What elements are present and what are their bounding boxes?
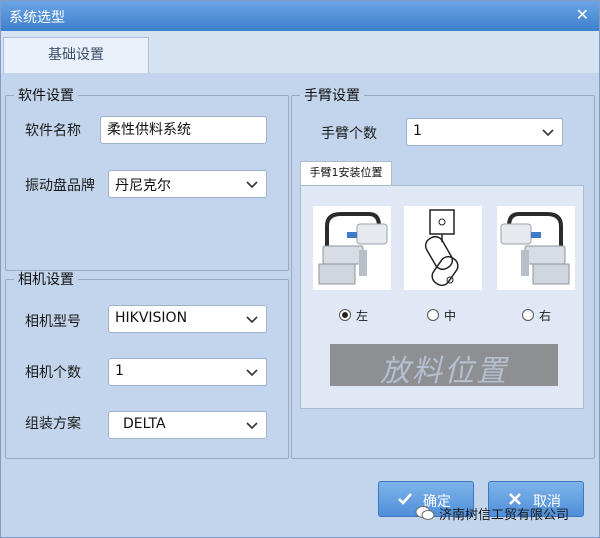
- wechat-icon: [415, 506, 435, 520]
- tab-strip: 基础设置: [1, 31, 599, 73]
- chevron-down-icon: [246, 369, 258, 377]
- chevron-down-icon: [542, 129, 554, 137]
- chevron-down-icon: [246, 422, 258, 430]
- watermark-text: 济南树信工贸有限公司: [439, 508, 570, 523]
- window-title: 系统选型: [9, 10, 65, 26]
- arm-count-select[interactable]: 1: [406, 118, 563, 146]
- camera-model-label: 相机型号: [25, 314, 81, 330]
- camera-settings-title: 相机设置: [18, 272, 74, 288]
- radio-label-right: 右: [539, 309, 552, 323]
- check-icon: [398, 493, 412, 505]
- system-selection-dialog: 系统选型 ✕ 基础设置 软件设置 软件名称 柔性供料系统 振动盘品牌 丹尼克尔 …: [0, 0, 600, 538]
- close-icon[interactable]: ✕: [576, 5, 589, 24]
- arm-settings-title: 手臂设置: [304, 88, 360, 104]
- camera-count-select[interactable]: 1: [108, 358, 267, 386]
- scara-robot-center-diagram: [404, 206, 482, 290]
- assembly-scheme-value: DELTA: [123, 416, 166, 432]
- arm-count-label: 手臂个数: [321, 126, 377, 142]
- software-settings-title: 软件设置: [18, 88, 74, 104]
- radio-label-left: 左: [356, 309, 369, 323]
- camera-model-select[interactable]: HIKVISION: [108, 305, 267, 333]
- vibration-brand-label: 振动盘品牌: [25, 178, 95, 194]
- camera-model-value: HIKVISION: [115, 310, 188, 326]
- software-name-input[interactable]: 柔性供料系统: [100, 116, 267, 144]
- place-position-button[interactable]: 放料位置: [330, 344, 558, 389]
- chevron-down-icon: [246, 316, 258, 324]
- software-name-label: 软件名称: [25, 123, 81, 139]
- radio-position-right[interactable]: 右: [522, 307, 556, 325]
- vibration-brand-select[interactable]: 丹尼克尔: [108, 170, 267, 198]
- scara-robot-left-image: [313, 206, 391, 290]
- vibration-brand-value: 丹尼克尔: [115, 178, 171, 194]
- scara-robot-right-image: [497, 206, 575, 290]
- radio-dot-right: [522, 309, 534, 321]
- radio-label-center: 中: [444, 309, 457, 323]
- arm-count-value: 1: [413, 123, 422, 139]
- title-bar: 系统选型 ✕: [1, 1, 599, 31]
- camera-count-label: 相机个数: [25, 365, 81, 381]
- radio-dot-center: [427, 309, 439, 321]
- tab-arm1-mount-position[interactable]: 手臂1安装位置: [300, 161, 392, 185]
- radio-dot-left: [339, 309, 351, 321]
- assembly-scheme-label: 组装方案: [25, 416, 81, 432]
- radio-position-center[interactable]: 中: [427, 307, 461, 325]
- place-position-label: 放料位置: [380, 354, 508, 389]
- chevron-down-icon: [246, 181, 258, 189]
- radio-position-left[interactable]: 左: [339, 307, 373, 325]
- camera-count-value: 1: [115, 363, 124, 379]
- tab-basic-settings[interactable]: 基础设置: [3, 37, 149, 73]
- assembly-scheme-select[interactable]: DELTA: [108, 411, 267, 439]
